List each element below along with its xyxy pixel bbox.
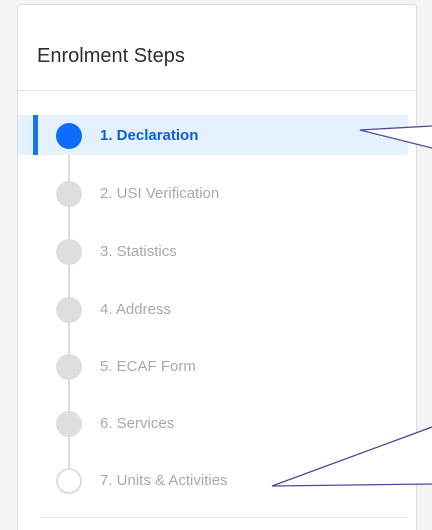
current-step-dot-icon: [56, 123, 82, 149]
panel-title: Enrolment Steps: [37, 45, 185, 67]
final-step-hollow-dot-icon: [56, 468, 82, 494]
step-address[interactable]: 4. Address: [18, 289, 408, 329]
step-label: 7. Units & Activities: [100, 472, 228, 489]
enrolment-steps-panel: Enrolment Steps 1. Declaration 2. USI Ve…: [17, 4, 417, 530]
step-label: 5. ECAF Form: [100, 358, 196, 375]
enrolment-steps-screen: Enrolment Steps 1. Declaration 2. USI Ve…: [0, 0, 432, 530]
step-declaration[interactable]: 1. Declaration: [18, 115, 408, 155]
panel-header: Enrolment Steps: [18, 5, 416, 91]
pending-step-dot-icon: [56, 181, 82, 207]
step-units-activities[interactable]: 7. Units & Activities: [18, 460, 408, 500]
step-usi-verification[interactable]: 2. USI Verification: [18, 173, 408, 213]
active-step-indicator: [33, 115, 38, 155]
pending-step-dot-icon: [56, 297, 82, 323]
step-services[interactable]: 6. Services: [18, 403, 408, 443]
step-label: 2. USI Verification: [100, 185, 220, 202]
step-label: 6. Services: [100, 415, 175, 432]
step-label: 3. Statistics: [100, 243, 177, 260]
pending-step-dot-icon: [56, 239, 82, 265]
panel-bottom-divider: [40, 517, 408, 518]
pending-step-dot-icon: [56, 354, 82, 380]
step-statistics[interactable]: 3. Statistics: [18, 231, 408, 271]
step-label: 1. Declaration: [100, 127, 199, 144]
pending-step-dot-icon: [56, 411, 82, 437]
step-label: 4. Address: [100, 301, 171, 318]
step-ecaf-form[interactable]: 5. ECAF Form: [18, 346, 408, 386]
